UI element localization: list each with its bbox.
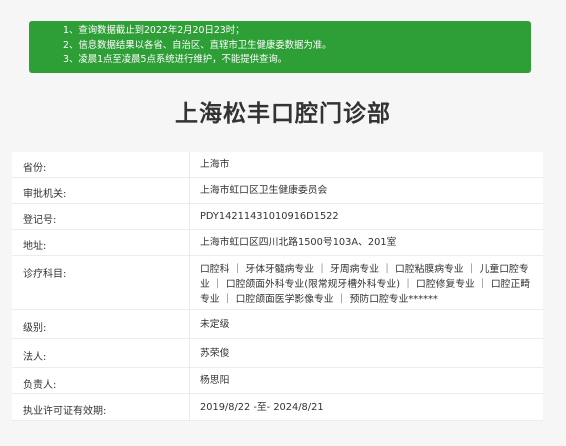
divider <box>189 394 190 420</box>
value-legal-person: 苏荣俊 <box>200 348 230 359</box>
notice-line-3: 3、凌晨1点至凌晨5点系统进行维护，不能提供查询。 <box>63 54 288 65</box>
row-authority: 审批机关: 上海市虹口区卫生健康委员会 <box>12 178 543 204</box>
notice-banner: 1、查询数据截止到2022年2月20日23时； 2、信息数据结果以各省、自治区、… <box>29 21 531 73</box>
label-province: 省份: <box>23 163 47 174</box>
divider <box>189 230 190 255</box>
row-province: 省份: 上海市 <box>12 152 543 178</box>
value-registration: PDY14211431010916D1522 <box>200 211 339 222</box>
divider <box>189 256 190 309</box>
row-principal: 负责人: 杨思阳 <box>12 368 543 394</box>
notice-line-1: 1、查询数据截止到2022年2月20日23时； <box>63 25 245 36</box>
label-address: 地址: <box>23 241 47 252</box>
label-legal-person: 法人: <box>23 352 47 363</box>
value-address: 上海市虹口区四川北路1500号103A、201室 <box>200 237 397 248</box>
value-principal: 杨思阳 <box>200 375 230 386</box>
label-departments: 诊疗科目: <box>23 269 67 280</box>
divider <box>189 368 190 393</box>
label-registration: 登记号: <box>23 215 57 226</box>
row-legal-person: 法人: 苏荣俊 <box>12 339 543 368</box>
value-level: 未定级 <box>200 319 230 330</box>
value-province: 上海市 <box>200 159 230 170</box>
notice-line-2: 2、信息数据结果以各省、自治区、直辖市卫生健康委数据为准。 <box>63 39 332 51</box>
label-principal: 负责人: <box>23 380 57 391</box>
divider <box>189 178 190 203</box>
info-table: 省份: 上海市 审批机关: 上海市虹口区卫生健康委员会 登记号: PDY1421… <box>12 152 543 421</box>
row-address: 地址: 上海市虹口区四川北路1500号103A、201室 <box>12 230 543 256</box>
label-authority: 审批机关: <box>23 189 67 200</box>
label-license-validity: 执业许可证有效期: <box>23 406 107 417</box>
value-license-validity: 2019/8/22 -至- 2024/8/21 <box>200 402 324 413</box>
value-authority: 上海市虹口区卫生健康委员会 <box>200 185 328 196</box>
row-license-validity: 执业许可证有效期: 2019/8/22 -至- 2024/8/21 <box>12 394 543 421</box>
divider <box>189 152 190 177</box>
divider <box>189 204 190 229</box>
divider <box>189 310 190 338</box>
label-level: 级别: <box>23 323 47 334</box>
row-registration: 登记号: PDY14211431010916D1522 <box>12 204 543 230</box>
row-level: 级别: 未定级 <box>12 310 543 339</box>
row-departments: 诊疗科目: 口腔科 ｜ 牙体牙髓病专业 ｜ 牙周病专业 ｜ 口腔粘膜病专业 ｜ … <box>12 256 543 310</box>
page-title: 上海松丰口腔门诊部 <box>175 101 391 127</box>
value-departments: 口腔科 ｜ 牙体牙髓病专业 ｜ 牙周病专业 ｜ 口腔粘膜病专业 ｜ 儿童口腔专业… <box>200 264 531 305</box>
divider <box>189 339 190 367</box>
